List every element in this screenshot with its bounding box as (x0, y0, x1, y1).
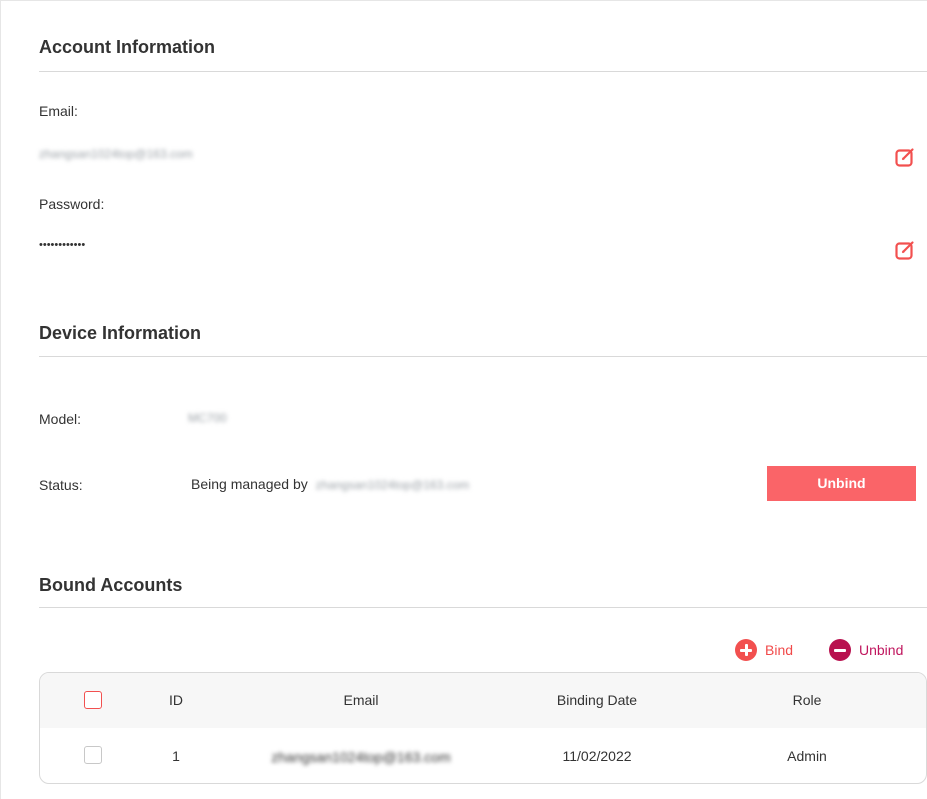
password-value: •••••••••••• (39, 239, 86, 251)
row-checkbox[interactable] (84, 746, 102, 764)
unbind-device-button[interactable]: Unbind (767, 466, 916, 501)
bind-label: Bind (765, 642, 794, 658)
status-label: Status: (39, 477, 83, 493)
column-header-email: Email (343, 692, 379, 708)
email-label: Email: (39, 103, 78, 119)
row-role: Admin (787, 748, 827, 764)
bind-account-button[interactable]: Bind (735, 639, 793, 661)
remove-circle-icon (829, 639, 851, 661)
account-information-title: Account Information (39, 37, 215, 57)
device-information-title: Device Information (39, 323, 202, 343)
divider (39, 356, 927, 357)
email-value: zhangsan1024top@163.com (39, 147, 193, 161)
status-text: Being managed by zhangsan1024top@163.com (191, 476, 469, 492)
model-label: Model: (39, 411, 82, 427)
unbind-label: Unbind (859, 642, 904, 658)
edit-email-icon[interactable] (894, 146, 916, 168)
password-label: Password: (39, 196, 105, 212)
add-circle-icon (735, 639, 757, 661)
bound-accounts-table: ID Email Binding Date Role 1 zhangsan102… (39, 672, 927, 784)
status-account: zhangsan1024top@163.com (315, 478, 470, 492)
table-header: ID Email Binding Date Role (40, 673, 926, 728)
row-binding-date: 11/02/2022 (562, 748, 632, 764)
unbind-account-button[interactable]: Unbind (829, 639, 903, 661)
bound-accounts-title: Bound Accounts (39, 575, 183, 595)
edit-password-icon[interactable] (894, 239, 916, 261)
status-prefix: Being managed by (191, 476, 308, 492)
column-header-binding-date: Binding Date (556, 692, 638, 708)
select-all-checkbox[interactable] (84, 691, 102, 709)
table-row: 1 zhangsan1024top@163.com 11/02/2022 Adm… (40, 728, 926, 783)
row-email: zhangsan1024top@163.com (271, 749, 451, 765)
column-header-role: Role (792, 692, 822, 708)
model-value: MC700 (188, 411, 227, 425)
divider (39, 607, 927, 608)
row-id: 1 (172, 748, 180, 764)
divider (39, 71, 927, 72)
account-settings-page: Account Information Email: zhangsan1024t… (0, 0, 927, 799)
column-header-id: ID (169, 692, 183, 708)
